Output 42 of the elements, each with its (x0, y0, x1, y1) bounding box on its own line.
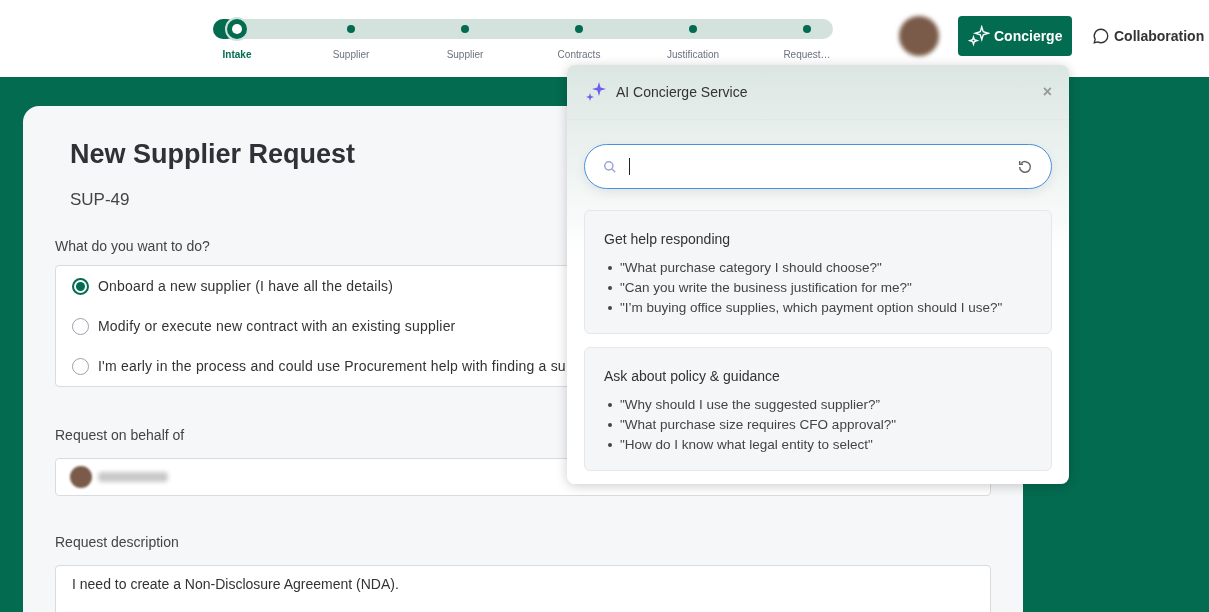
bullet-icon (608, 306, 612, 310)
current-step-marker[interactable] (225, 17, 249, 41)
radio-button[interactable] (72, 277, 89, 295)
description-field[interactable]: I need to create a Non-Disclosure Agreement (NDA). (55, 565, 991, 612)
suggested-prompt[interactable]: "What purchase size requires CFO approval?" (620, 414, 896, 436)
user-avatar[interactable] (899, 16, 939, 56)
radio-label: I'm early in the process and could use Procurement help with finding a su (98, 356, 566, 376)
step-label: Supplier (446, 48, 484, 62)
radio-label: Modify or execute new contract with an existing supplier (98, 316, 456, 336)
step-label: Supplier (332, 48, 370, 62)
step-label: Intake (222, 48, 252, 62)
radio-label: Onboard a new supplier (I have all the details) (98, 276, 393, 296)
reset-icon[interactable] (1017, 158, 1033, 175)
behalf-label: Request on behalf of (55, 426, 185, 445)
step-label: Contracts (557, 48, 601, 62)
bullet-icon (608, 423, 612, 427)
blurred-name (98, 472, 168, 482)
card-title: Get help responding (604, 230, 732, 249)
bullet-icon (608, 266, 612, 270)
bullet-icon (608, 403, 612, 407)
suggested-prompt[interactable]: "How do I know what legal entity to select" (620, 434, 873, 456)
collaboration-button[interactable]: Collaboration (1092, 24, 1205, 48)
chat-bubble-icon (1092, 27, 1110, 45)
question-label: What do you want to do? (55, 237, 210, 256)
bullet-icon (608, 286, 612, 290)
form-title: New Supplier Request (70, 138, 356, 171)
step-label: Justification (666, 48, 720, 62)
search-field[interactable] (584, 144, 1052, 189)
user-avatar (70, 466, 92, 488)
panel-title: AI Concierge Service (616, 82, 748, 102)
suggested-prompt[interactable]: "What purchase category I should choose?" (620, 257, 882, 279)
description-label: Request description (55, 533, 179, 552)
step-label: Request… (783, 48, 831, 62)
request-id: SUP-49 (70, 188, 131, 211)
bullet-icon (608, 443, 612, 447)
suggested-prompt[interactable]: "Can you write the business justification for me?" (620, 277, 912, 299)
sparkle-icon (968, 25, 990, 47)
suggested-prompt[interactable]: "Why should I use the suggested supplier?” (620, 394, 880, 416)
card-title: Ask about policy & guidance (604, 367, 781, 386)
suggested-prompt[interactable]: "I’m buying office supplies, which payment option should I use?" (620, 297, 1003, 319)
concierge-button[interactable]: Concierge (958, 16, 1073, 56)
search-icon (603, 159, 617, 174)
